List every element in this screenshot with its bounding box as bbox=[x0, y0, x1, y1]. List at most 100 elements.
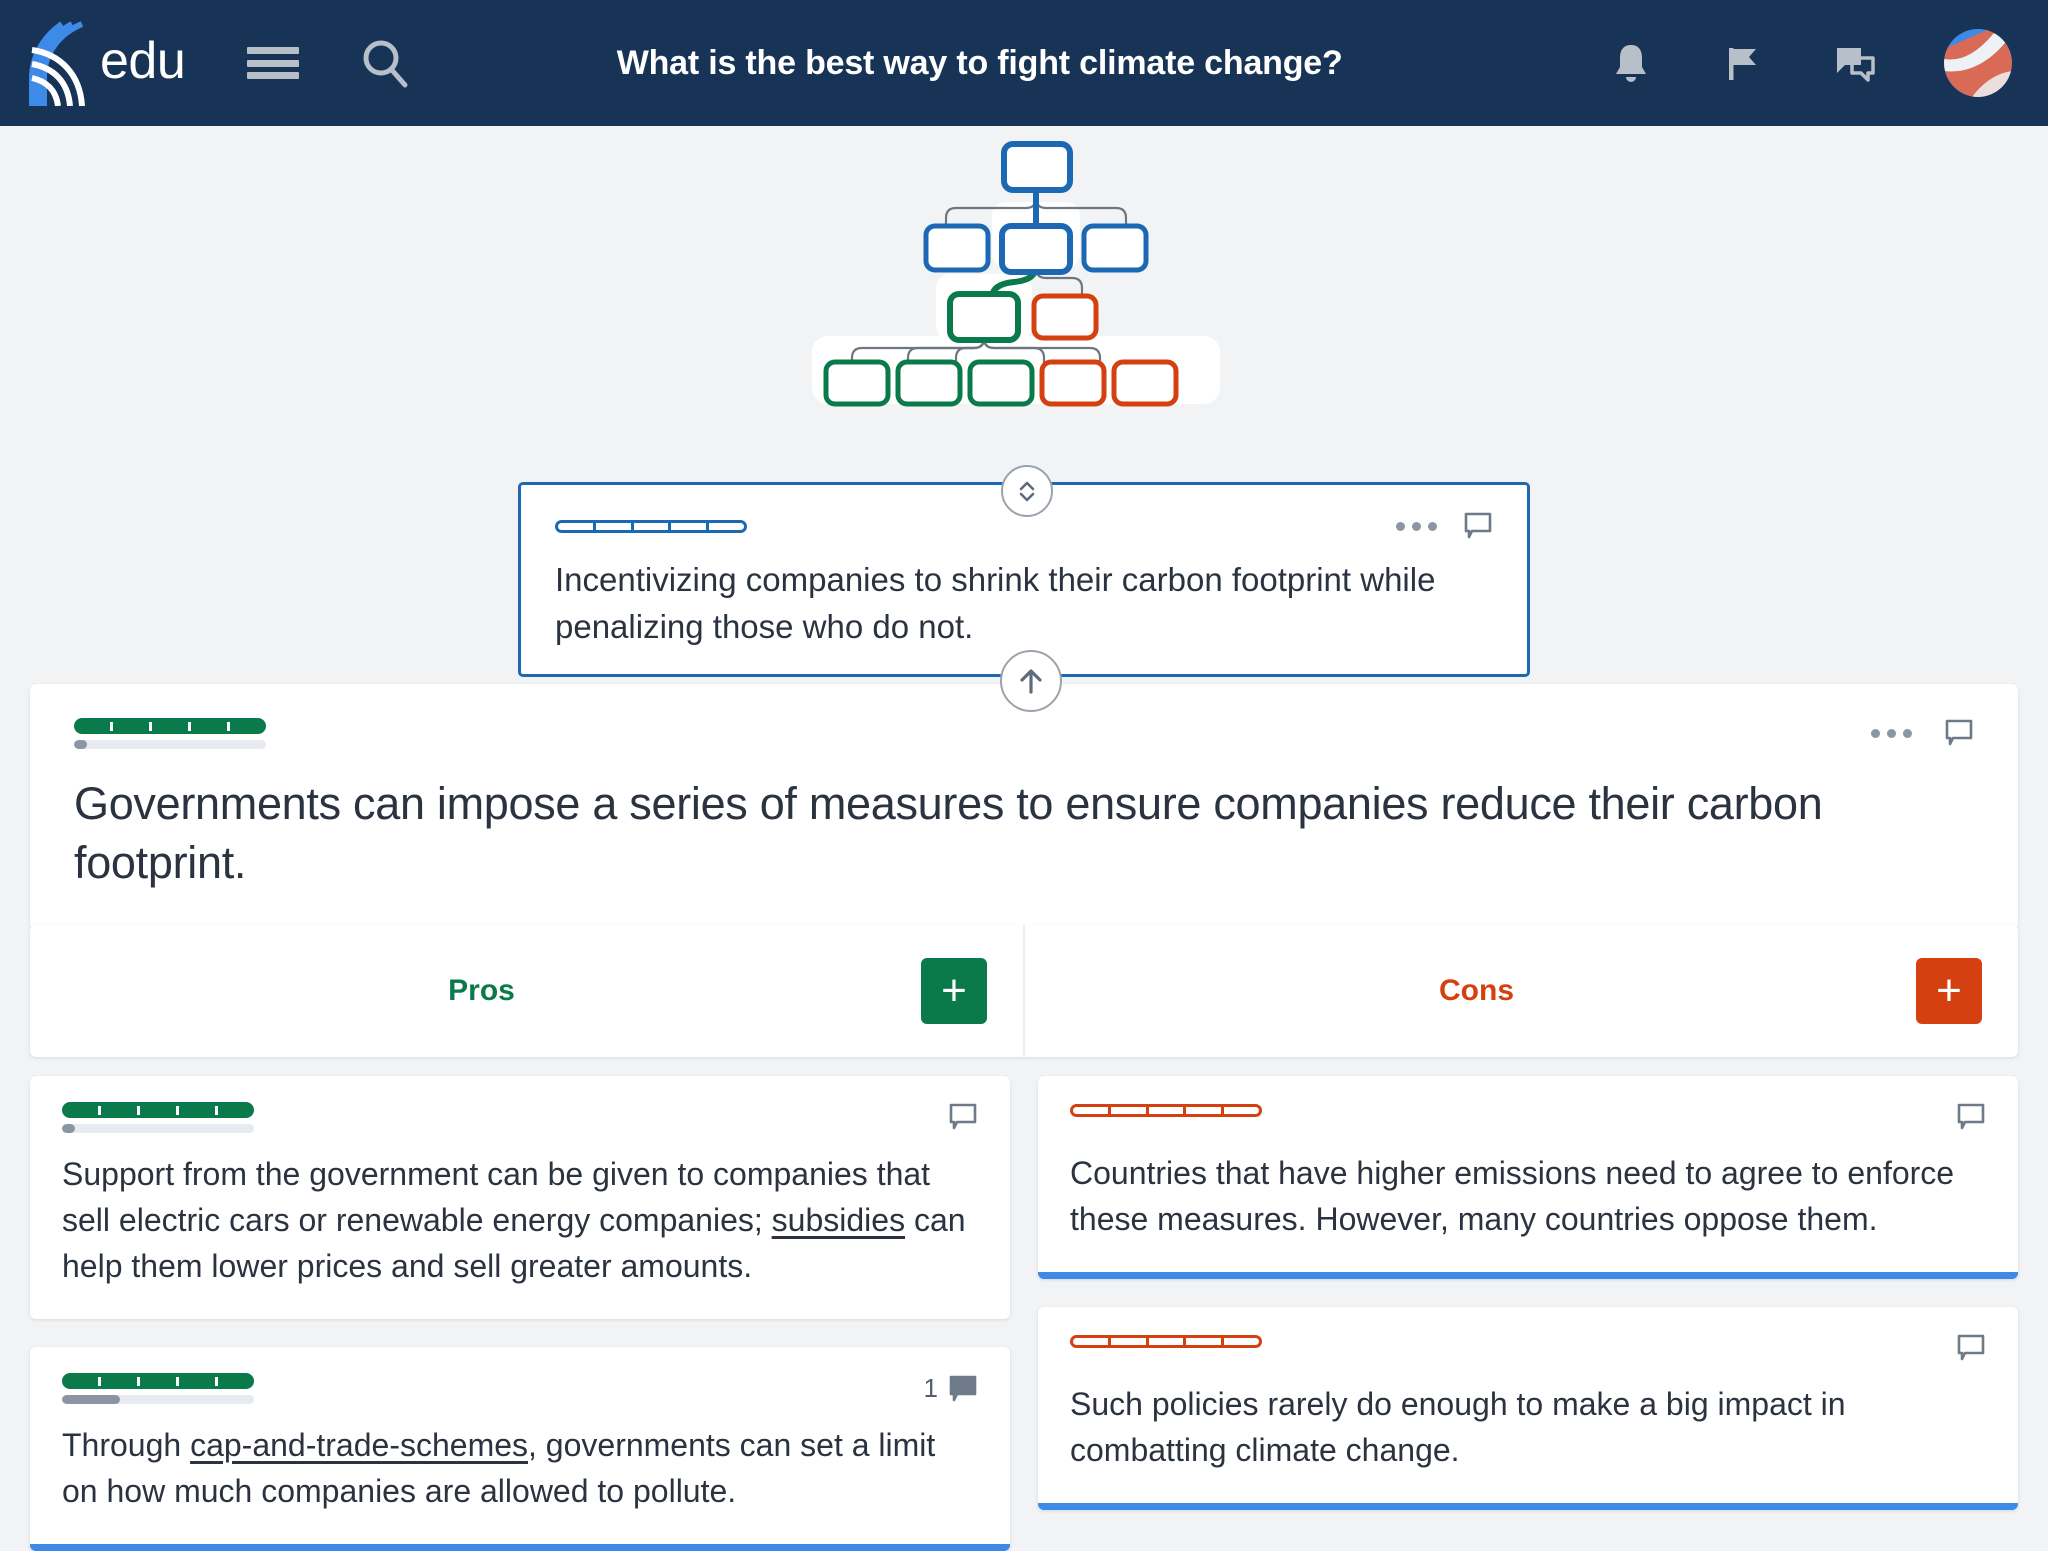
plus-icon: + bbox=[941, 966, 967, 1015]
comment-icon[interactable] bbox=[1463, 511, 1493, 541]
secondary-progress-fill bbox=[62, 1395, 120, 1405]
pro-card-2[interactable]: 1 Through cap-and-trade-schemes, governm… bbox=[30, 1347, 1010, 1551]
hamburger-bar bbox=[247, 72, 300, 79]
pro-card-1-header bbox=[62, 1102, 978, 1133]
parent-claim-text: Incentivizing companies to shrink their … bbox=[555, 561, 1436, 645]
comment-icon[interactable] bbox=[1944, 718, 1974, 748]
brand-text: edu bbox=[100, 32, 186, 90]
impact-bar-group bbox=[74, 718, 266, 749]
pro-card-2-header: 1 bbox=[62, 1373, 978, 1405]
bell-icon[interactable] bbox=[1608, 40, 1654, 86]
dot bbox=[1396, 521, 1405, 531]
add-pro-button[interactable]: + bbox=[921, 958, 987, 1024]
main-claim-actions bbox=[1871, 718, 1974, 748]
impact-bar-segment bbox=[1149, 1107, 1187, 1114]
con-card-1-text: Countries that have higher emissions nee… bbox=[1070, 1155, 1955, 1238]
secondary-progress-bar bbox=[62, 1395, 254, 1405]
comment-count: 1 bbox=[923, 1373, 938, 1404]
impact-bar-segment bbox=[671, 523, 710, 530]
parent-card-actions bbox=[1396, 511, 1493, 541]
con-card-2-header bbox=[1070, 1333, 1986, 1363]
hamburger-menu-icon[interactable] bbox=[247, 43, 300, 83]
impact-bar-group bbox=[62, 1373, 254, 1405]
impact-bar-segment bbox=[1224, 1338, 1259, 1345]
secondary-progress-bar bbox=[62, 1124, 254, 1133]
pros-column-header: Pros + bbox=[30, 925, 1023, 1057]
impact-bar-segment bbox=[1224, 1107, 1259, 1114]
comment-icon-filled[interactable] bbox=[948, 1374, 978, 1404]
impact-bar-segment bbox=[218, 1377, 254, 1386]
user-avatar[interactable] bbox=[1944, 29, 2012, 97]
flag-icon[interactable] bbox=[1720, 40, 1766, 86]
dot bbox=[1887, 728, 1896, 738]
dot bbox=[1903, 728, 1912, 738]
impact-bar-segment bbox=[1186, 1107, 1225, 1114]
impact-bar-segment bbox=[179, 1105, 218, 1115]
impact-bar-filled bbox=[74, 718, 266, 734]
inline-link[interactable]: cap-and-trade-schemes bbox=[190, 1427, 528, 1463]
impact-bar-segment bbox=[1111, 1107, 1149, 1114]
con-card-2[interactable]: Such policies rarely do enough to make a… bbox=[1038, 1307, 2018, 1511]
pros-column: Support from the government can be given… bbox=[30, 1076, 1010, 1551]
pros-cons-toolbar: Pros + Cons + bbox=[30, 925, 2018, 1057]
impact-bar-segment bbox=[1149, 1338, 1187, 1346]
cons-column: Countries that have higher emissions nee… bbox=[1038, 1076, 2018, 1551]
con-card-1-header bbox=[1070, 1102, 1986, 1132]
impact-bar-filled bbox=[62, 1102, 254, 1118]
brand-logo[interactable]: edu bbox=[28, 20, 186, 107]
main-claim-header bbox=[74, 718, 1974, 749]
argument-tree-minimap[interactable] bbox=[0, 126, 2048, 426]
page-title: What is the best way to fight climate ch… bbox=[616, 43, 1343, 82]
impact-bar-outline bbox=[555, 520, 747, 533]
impact-bar-segment bbox=[140, 1105, 179, 1115]
impact-bar-segment bbox=[1073, 1107, 1111, 1114]
pro-card-2-text: Through cap-and-trade-schemes, governmen… bbox=[62, 1422, 978, 1514]
cons-label: Cons bbox=[1439, 974, 1514, 1007]
impact-bar-segment bbox=[230, 722, 266, 731]
impact-bar-segment bbox=[140, 1376, 179, 1386]
dot bbox=[1412, 521, 1421, 531]
impact-bar-segment bbox=[596, 523, 634, 530]
impact-bar-segment bbox=[1186, 1338, 1225, 1346]
navigate-up-button[interactable] bbox=[1000, 650, 1062, 712]
impact-bar-outline bbox=[1070, 1104, 1262, 1117]
hamburger-bar bbox=[247, 59, 300, 67]
kialo-arcs-logo-icon bbox=[28, 20, 94, 107]
dot bbox=[1428, 521, 1437, 531]
impact-bar-segment bbox=[62, 1105, 101, 1115]
main-claim-card[interactable]: Governments can impose a series of measu… bbox=[30, 684, 2018, 930]
impact-bar-segment bbox=[218, 1106, 254, 1115]
argument-columns: Support from the government can be given… bbox=[30, 1076, 2018, 1551]
comment-icon[interactable] bbox=[1956, 1333, 1986, 1363]
impact-bar-group bbox=[62, 1102, 254, 1133]
text-before: Through bbox=[62, 1427, 191, 1464]
cons-column-header: Cons + bbox=[1023, 925, 2018, 1057]
plus-icon: + bbox=[1936, 966, 1962, 1015]
secondary-progress-bar bbox=[74, 740, 266, 749]
chat-bubbles-icon[interactable] bbox=[1832, 40, 1878, 86]
more-options-icon[interactable] bbox=[1871, 728, 1912, 738]
pro-card-1-text: Support from the government can be given… bbox=[62, 1151, 978, 1289]
dot bbox=[1871, 728, 1880, 738]
hamburger-bar bbox=[247, 47, 300, 54]
pros-label: Pros bbox=[448, 974, 515, 1007]
impact-bar-segment bbox=[179, 1376, 218, 1386]
search-icon[interactable] bbox=[359, 37, 411, 89]
comment-icon[interactable] bbox=[948, 1102, 978, 1132]
impact-bar-segment bbox=[152, 721, 191, 731]
arrow-up-icon bbox=[1020, 669, 1042, 694]
add-con-button[interactable]: + bbox=[1916, 958, 1982, 1024]
main-claim-text: Governments can impose a series of measu… bbox=[74, 778, 1823, 888]
pro-card-1[interactable]: Support from the government can be given… bbox=[30, 1076, 1010, 1320]
collapse-toggle-button[interactable] bbox=[1001, 465, 1053, 517]
impact-bar-segment bbox=[74, 721, 113, 731]
argument-tree-minimap-icon bbox=[812, 141, 1220, 407]
secondary-progress-fill bbox=[74, 740, 88, 749]
more-options-icon[interactable] bbox=[1396, 521, 1437, 531]
inline-link[interactable]: subsidies bbox=[772, 1202, 905, 1238]
con-card-1[interactable]: Countries that have higher emissions nee… bbox=[1038, 1076, 2018, 1280]
impact-bar-segment bbox=[634, 523, 672, 530]
comment-icon[interactable] bbox=[1956, 1102, 1986, 1132]
impact-bar-segment bbox=[62, 1376, 101, 1386]
comment-group[interactable]: 1 bbox=[924, 1373, 978, 1404]
